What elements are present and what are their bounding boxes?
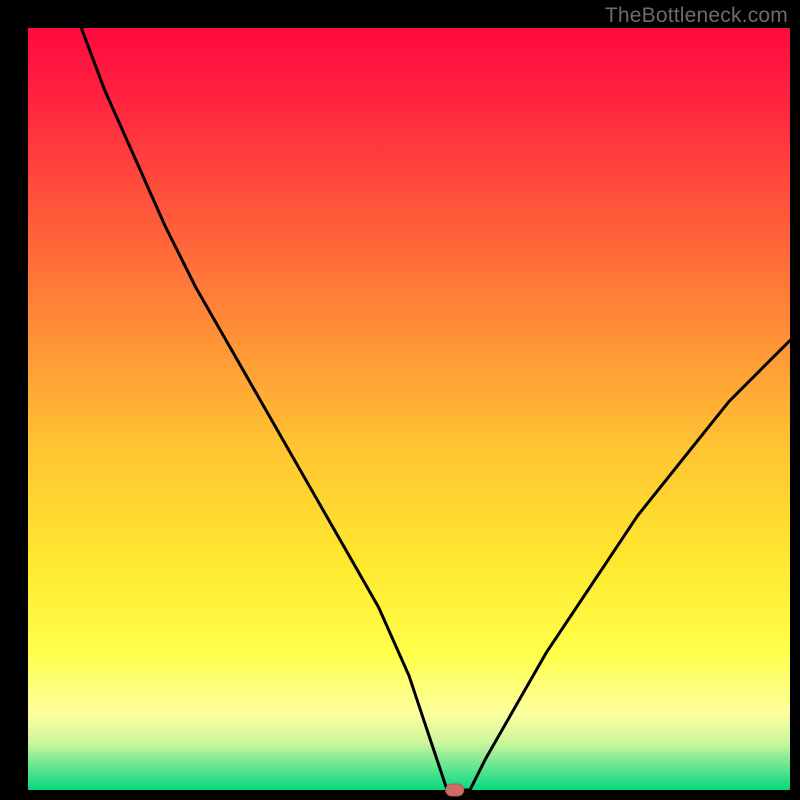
minimum-marker xyxy=(446,784,464,796)
watermark-text: TheBottleneck.com xyxy=(605,4,788,28)
chart-frame: TheBottleneck.com xyxy=(0,0,800,800)
bottleneck-chart xyxy=(0,0,800,800)
